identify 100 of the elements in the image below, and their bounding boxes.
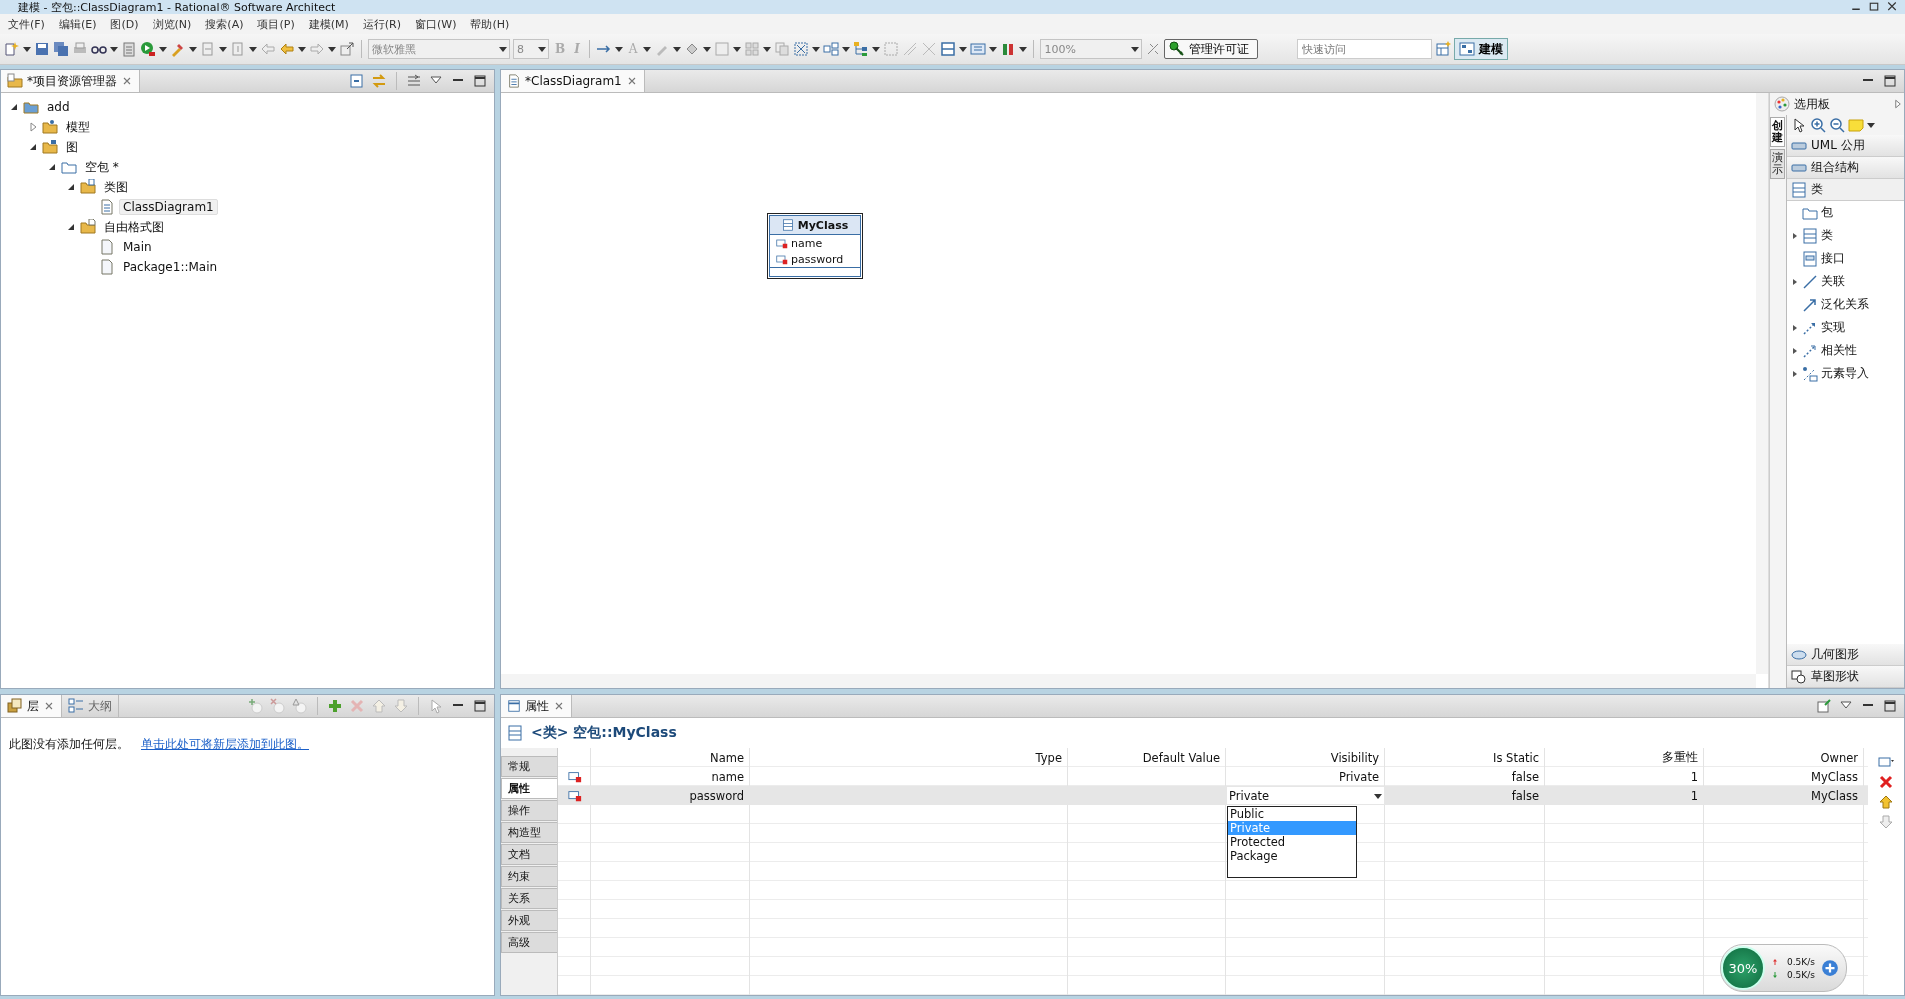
properties-side-tab[interactable]: 属性 xyxy=(501,778,557,799)
collapse-arrow-icon[interactable] xyxy=(66,182,76,192)
move-up-icon[interactable] xyxy=(1878,794,1894,810)
maximize-icon[interactable] xyxy=(472,73,488,89)
palette-drawer[interactable]: 组合结构 xyxy=(1787,157,1904,179)
palette-drawer[interactable]: 草图形状 xyxy=(1787,666,1904,688)
tree-item[interactable]: Main xyxy=(119,239,156,255)
class-shape[interactable]: MyClass name password xyxy=(769,215,861,277)
delete-icon[interactable] xyxy=(1878,774,1894,790)
collapse-arrow-icon[interactable] xyxy=(47,162,57,172)
maximize-icon[interactable] xyxy=(472,698,488,714)
maximize-icon[interactable] xyxy=(1867,1,1881,13)
menu-item[interactable]: 图(D) xyxy=(104,15,145,33)
save-icon[interactable] xyxy=(34,41,50,57)
maximize-icon[interactable] xyxy=(1882,73,1898,89)
expand-arrow-icon[interactable] xyxy=(28,122,38,132)
run-icon[interactable] xyxy=(140,41,156,57)
panel-tab[interactable]: 层 xyxy=(1,695,62,717)
expand-arrow-icon[interactable] xyxy=(1791,368,1799,379)
palette-item[interactable]: 类 xyxy=(1787,224,1904,247)
properties-side-tab[interactable]: 常规 xyxy=(501,756,557,777)
collapse-arrow-icon[interactable] xyxy=(9,102,19,112)
panel-tab[interactable]: 大纲 xyxy=(62,695,119,717)
export-icon[interactable] xyxy=(339,41,355,57)
close-icon[interactable] xyxy=(553,700,565,712)
close-icon[interactable] xyxy=(43,700,55,712)
menu-item[interactable]: 窗口(W) xyxy=(409,15,463,33)
properties-side-tab[interactable]: 高级 xyxy=(501,932,557,953)
pin-icon[interactable] xyxy=(1816,698,1832,714)
editor-tab[interactable]: *ClassDiagram1 xyxy=(501,70,645,92)
zoom-in-icon[interactable] xyxy=(1810,117,1826,133)
menu-item[interactable]: 文件(F) xyxy=(2,15,51,33)
properties-side-tab[interactable]: 文档 xyxy=(501,844,557,865)
properties-side-tab[interactable]: 关系 xyxy=(501,888,557,909)
tree-item[interactable]: Package1::Main xyxy=(119,259,222,275)
close-icon[interactable] xyxy=(1885,1,1899,13)
column-header[interactable]: Is Static xyxy=(1493,750,1539,765)
tree-item[interactable]: 类图 xyxy=(100,177,132,197)
palette-item[interactable]: 关联 xyxy=(1787,270,1904,293)
menu-item[interactable]: 编辑(E) xyxy=(52,15,103,33)
tree-item[interactable]: 模型 xyxy=(62,117,94,137)
palette-drawer[interactable]: UML 公用 xyxy=(1787,135,1904,157)
column-header[interactable]: Name xyxy=(710,750,744,765)
license-button[interactable]: 管理许可证 xyxy=(1164,39,1259,59)
zoom-out-icon[interactable] xyxy=(1829,117,1845,133)
tree-item[interactable]: 图 xyxy=(62,137,82,157)
close-icon[interactable] xyxy=(121,75,133,87)
palette-side-tab[interactable]: 创建 xyxy=(1770,117,1785,148)
horizontal-scrollbar[interactable] xyxy=(501,674,1756,688)
palette-item[interactable]: 接口 xyxy=(1787,247,1904,270)
menu-item[interactable]: 搜索(A) xyxy=(199,15,250,33)
flashlight-icon[interactable] xyxy=(170,41,186,57)
column-header[interactable]: Owner xyxy=(1820,750,1858,765)
column-header[interactable]: 多重性 xyxy=(1662,750,1698,765)
attribute-label[interactable]: password xyxy=(791,252,844,266)
tree-item[interactable]: 自由格式图 xyxy=(100,217,168,237)
table-row[interactable]: name Private false 1 MyClass xyxy=(558,767,1868,786)
column-header[interactable]: Visibility xyxy=(1330,750,1379,765)
clipboard-icon[interactable] xyxy=(121,41,137,57)
menu-item[interactable]: 浏览(N) xyxy=(146,15,198,33)
filter-icon[interactable] xyxy=(406,73,422,89)
palette-side-tab[interactable]: 演示 xyxy=(1770,149,1785,180)
vertical-scrollbar[interactable] xyxy=(1756,93,1768,674)
network-monitor-widget[interactable]: 30% 0.5K/s 0.5K/s xyxy=(1720,944,1847,992)
collapse-arrow-icon[interactable] xyxy=(28,142,38,152)
menu-item[interactable]: 运行(R) xyxy=(356,15,407,33)
explorer-tab[interactable]: *项目资源管理器 xyxy=(1,70,140,92)
collapse-arrow-icon[interactable] xyxy=(66,222,76,232)
palette-item[interactable]: 元素导入 xyxy=(1787,362,1904,385)
column-header[interactable]: Default Value xyxy=(1142,750,1220,765)
palette-toggle-icon[interactable] xyxy=(1892,97,1904,111)
dropdown-option[interactable]: Public xyxy=(1228,807,1356,821)
dropdown-option[interactable]: Package xyxy=(1228,849,1356,863)
menu-item[interactable]: 项目(P) xyxy=(251,15,301,33)
insert-row-icon[interactable] xyxy=(1878,754,1894,770)
add-icon[interactable] xyxy=(327,698,343,714)
plus-circle-icon[interactable] xyxy=(1820,959,1839,977)
palette-drawer[interactable]: 类 xyxy=(1787,179,1904,201)
visibility-dropdown[interactable]: Private xyxy=(1227,787,1384,804)
select-pointer-icon[interactable] xyxy=(1791,117,1807,133)
split-box-icon[interactable] xyxy=(940,41,957,57)
properties-side-tab[interactable]: 约束 xyxy=(501,866,557,887)
tree-item[interactable]: 空包 * xyxy=(81,157,123,177)
arrange-icon[interactable] xyxy=(793,41,810,57)
attribute-label[interactable]: name xyxy=(791,236,823,250)
expand-arrow-icon[interactable] xyxy=(1791,322,1799,333)
properties-side-tab[interactable]: 操作 xyxy=(501,800,557,821)
quick-access-field[interactable]: 快速访问 xyxy=(1297,39,1433,59)
menu-item[interactable]: 建模(M) xyxy=(302,15,355,33)
collapse-all-icon[interactable] xyxy=(349,73,365,89)
palette-drawer[interactable]: 几何图形 xyxy=(1787,644,1904,666)
save-all-icon[interactable] xyxy=(53,41,69,57)
expand-arrow-icon[interactable] xyxy=(1791,230,1799,241)
palette-item[interactable]: 实现 xyxy=(1787,316,1904,339)
column-header[interactable]: Type xyxy=(1035,750,1062,765)
properties-side-tab[interactable]: 构造型 xyxy=(501,822,557,843)
dropdown-option[interactable]: Protected xyxy=(1228,835,1356,849)
tree-item[interactable]: ClassDiagram1 xyxy=(119,199,218,215)
maximize-icon[interactable] xyxy=(1882,698,1898,714)
properties-side-tab[interactable]: 外观 xyxy=(501,910,557,931)
